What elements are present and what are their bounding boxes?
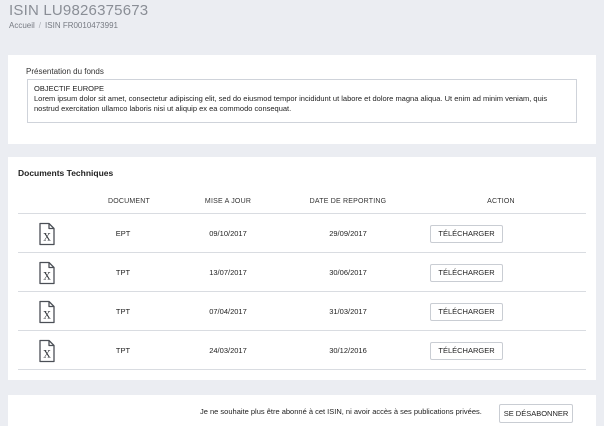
- unsubscribe-text: Je ne souhaite plus être abonné à cet IS…: [200, 407, 482, 416]
- excel-file-icon: X: [39, 339, 55, 363]
- svg-text:X: X: [43, 272, 51, 283]
- download-button[interactable]: TÉLÉCHARGER: [430, 225, 503, 243]
- download-button[interactable]: TÉLÉCHARGER: [430, 264, 503, 282]
- fund-objective-heading: OBJECTIF EUROPE: [34, 84, 105, 93]
- breadcrumb: Accueil / ISIN FR0010473991: [9, 21, 118, 30]
- column-header-update: MISE A JOUR: [204, 198, 252, 205]
- unsubscribe-button[interactable]: SE DÉSABONNER: [499, 404, 573, 423]
- document-name: TPT: [115, 268, 131, 277]
- update-date: 09/10/2017: [209, 229, 247, 238]
- breadcrumb-home-link[interactable]: Accueil: [9, 21, 35, 30]
- excel-file-icon: X: [39, 300, 55, 324]
- technical-documents-title: Documents Techniques: [18, 168, 114, 178]
- download-button[interactable]: TÉLÉCHARGER: [430, 303, 503, 321]
- page: ISIN LU9826375673 Accueil / ISIN FR0010473…: [0, 0, 604, 426]
- fund-presentation-label: Présentation du fonds: [26, 67, 104, 76]
- reporting-date: 31/03/2017: [329, 307, 367, 316]
- reporting-date: 30/12/2016: [329, 346, 367, 355]
- document-name: TPT: [115, 346, 131, 355]
- download-button[interactable]: TÉLÉCHARGER: [430, 342, 503, 360]
- column-header-document: DOCUMENT: [107, 198, 151, 205]
- reporting-date: 29/09/2017: [329, 229, 367, 238]
- table-row: X TPT 07/04/2017 31/03/2017 TÉLÉCHARGER: [18, 292, 586, 331]
- document-name: EPT: [115, 229, 131, 238]
- table-row: X EPT 09/10/2017 29/09/2017 TÉLÉCHARGER: [18, 214, 586, 253]
- excel-file-icon: X: [39, 222, 55, 246]
- unsubscribe-card: Je ne souhaite plus être abonné à cet IS…: [8, 395, 596, 426]
- svg-text:X: X: [43, 350, 51, 361]
- update-date: 13/07/2017: [209, 268, 247, 277]
- table-row: X TPT 24/03/2017 30/12/2016 TÉLÉCHARGER: [18, 331, 586, 370]
- svg-text:X: X: [43, 233, 51, 244]
- documents-table: DOCUMENT MISE A JOUR DATE DE REPORTING A…: [18, 196, 586, 370]
- fund-presentation-card: Présentation du fonds OBJECTIF EUROPE Lo…: [8, 55, 596, 144]
- reporting-date: 30/06/2017: [329, 268, 367, 277]
- breadcrumb-current: ISIN FR0010473991: [45, 21, 118, 30]
- update-date: 07/04/2017: [209, 307, 247, 316]
- document-name: TPT: [115, 307, 131, 316]
- page-title: ISIN LU9826375673: [9, 2, 149, 19]
- excel-file-icon: X: [39, 261, 55, 285]
- column-header-reporting-date: DATE DE REPORTING: [309, 198, 387, 205]
- svg-text:X: X: [43, 311, 51, 322]
- page-header: ISIN LU9826375673 Accueil / ISIN FR0010473…: [0, 0, 604, 42]
- technical-documents-card: Documents Techniques DOCUMENT MISE A JOU…: [8, 157, 596, 380]
- fund-description-text: Lorem ipsum dolor sit amet, consectetur …: [34, 94, 548, 113]
- fund-description-box: OBJECTIF EUROPE Lorem ipsum dolor sit am…: [27, 79, 577, 123]
- breadcrumb-separator: /: [38, 21, 42, 30]
- column-header-action: ACTION: [487, 198, 515, 205]
- table-header: DOCUMENT MISE A JOUR DATE DE REPORTING A…: [18, 196, 586, 214]
- update-date: 24/03/2017: [209, 346, 247, 355]
- table-row: X TPT 13/07/2017 30/06/2017 TÉLÉCHARGER: [18, 253, 586, 292]
